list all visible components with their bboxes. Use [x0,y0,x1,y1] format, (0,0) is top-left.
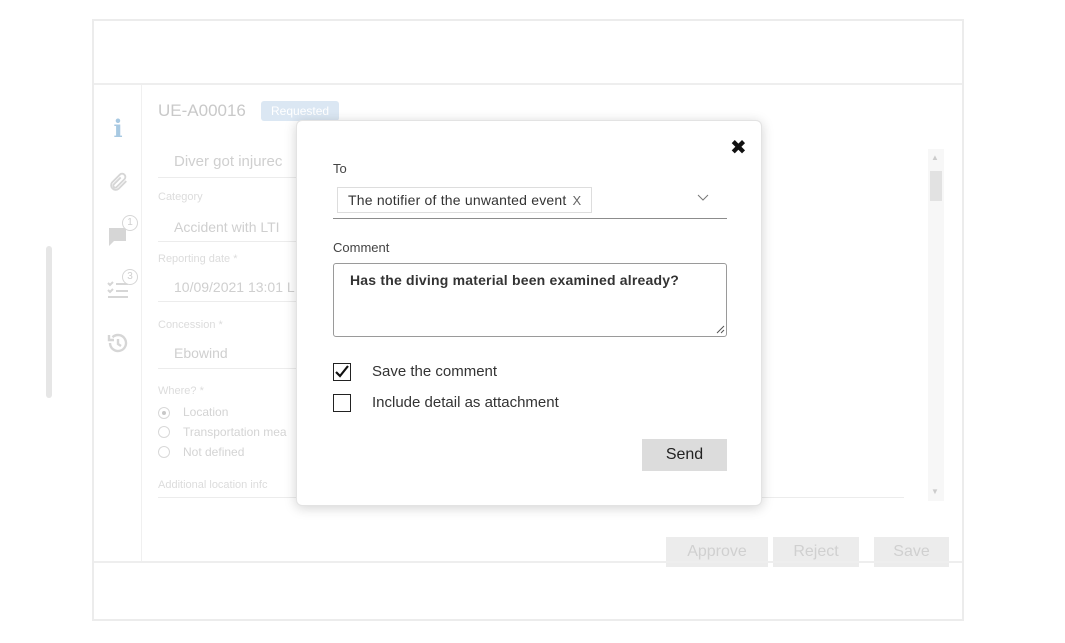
content-scrollbar[interactable]: ▲ ▼ [928,149,944,501]
close-icon[interactable]: ✖ [730,135,747,159]
to-label: To [333,161,347,176]
concession-label: Concession * [158,319,223,331]
field-underline [158,301,308,302]
window-footer [94,561,962,621]
history-icon[interactable] [106,331,130,355]
radio-label: Not defined [183,445,245,459]
page-scrollbar[interactable] [46,246,52,398]
checkmark-icon [335,365,349,378]
window-header [94,21,962,85]
radio-label: Location [183,405,229,419]
field-underline [158,368,308,369]
info-icon[interactable]: i [106,117,130,141]
concession-value[interactable]: Ebowind [174,345,228,361]
paperclip-icon[interactable] [106,171,130,195]
include-detail-checkbox[interactable] [333,394,351,412]
comment-textarea[interactable]: Has the diving material been examined al… [333,263,727,337]
status-badge: Requested [261,101,340,121]
subject-field[interactable]: Diver got injurec [174,153,282,170]
recipient-chip-label: The notifier of the unwanted event [348,192,567,208]
save-comment-checkbox[interactable] [333,363,351,381]
comments-count-badge: 1 [122,215,138,231]
additional-location-label: Additional location infc [158,479,268,491]
field-underline [158,177,308,178]
recipient-select[interactable]: The notifier of the unwanted event X [333,185,727,219]
radio-not-defined[interactable] [158,446,170,458]
scroll-thumb[interactable] [930,171,942,201]
category-value[interactable]: Accident with LTI [174,219,280,235]
side-toolbar: i 1 3 [94,85,142,561]
radio-label: Transportation mea [183,425,287,439]
remove-chip-icon[interactable]: X [573,193,582,208]
where-label: Where? * [158,385,204,397]
reporting-date-label: Reporting date * [158,253,238,265]
resize-grip-icon[interactable] [713,322,725,334]
tasks-count-badge: 3 [122,269,138,285]
scroll-down-arrow-icon[interactable]: ▼ [931,487,939,496]
scroll-up-arrow-icon[interactable]: ▲ [931,153,939,162]
comment-label: Comment [333,240,390,255]
save-comment-label: Save the comment [372,363,498,380]
category-label: Category [158,191,203,203]
send-button[interactable]: Send [642,439,727,471]
field-underline [158,241,308,242]
radio-transportation[interactable] [158,426,170,438]
send-comment-dialog: ✖ To The notifier of the unwanted event X… [296,120,762,506]
radio-location[interactable] [158,407,170,419]
include-detail-label: Include detail as attachment [372,394,559,411]
reporting-date-value[interactable]: 10/09/2021 13:01 L [174,279,295,295]
recipient-chip: The notifier of the unwanted event X [337,187,593,213]
chevron-down-icon[interactable] [697,191,709,203]
record-id: UE-A00016 [158,101,246,120]
